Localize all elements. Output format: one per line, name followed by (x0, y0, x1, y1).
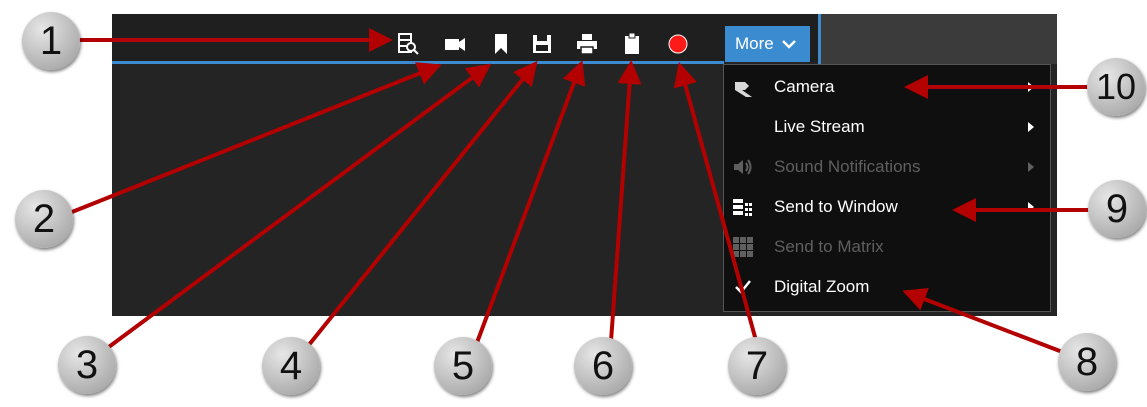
arrow-3 (96, 63, 492, 357)
arrow-8 (902, 287, 1066, 355)
arrow-5 (470, 60, 586, 357)
callout-1: 1 (22, 12, 80, 70)
callout-10: 10 (1087, 58, 1145, 116)
arrow-6 (608, 60, 642, 356)
callout-5: 5 (434, 337, 492, 395)
arrow-2 (71, 62, 442, 214)
callout-7: 7 (728, 337, 786, 395)
callout-arrows (71, 28, 1092, 358)
callout-9: 9 (1088, 180, 1146, 238)
callout-2: 2 (15, 190, 73, 248)
callout-4: 4 (262, 337, 320, 395)
callout-6: 6 (574, 337, 632, 395)
callout-8: 8 (1058, 333, 1116, 391)
callout-3: 3 (58, 336, 116, 394)
arrow-7 (673, 62, 762, 356)
